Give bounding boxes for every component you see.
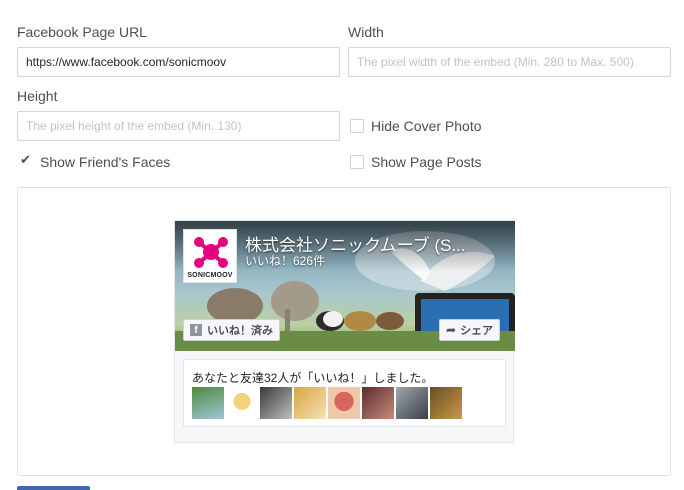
like-count: いいね！626件: [245, 254, 326, 268]
show-faces-label: Show Friend's Faces: [40, 154, 171, 170]
friends-box: あなたと友達32人が「いいね！」しました。: [183, 359, 506, 427]
friend-avatar[interactable]: [226, 387, 258, 419]
url-input[interactable]: [17, 47, 340, 77]
friend-avatar[interactable]: [328, 387, 360, 419]
logo-text: SONICMOOV: [187, 272, 233, 279]
hide-cover-option[interactable]: Hide Cover Photo: [350, 118, 482, 134]
liked-button[interactable]: f いいね！済み: [183, 319, 280, 341]
hide-cover-label: Hide Cover Photo: [371, 118, 482, 134]
show-posts-option[interactable]: Show Page Posts: [350, 154, 482, 170]
show-posts-checkbox[interactable]: [350, 155, 364, 169]
page-plugin-embed: SONICMOOV 株式会社ソニックムーブ (S... いいね！626件 f い…: [174, 220, 515, 443]
share-button-label: シェア: [460, 325, 494, 337]
show-faces-checkbox[interactable]: ✔: [19, 152, 33, 169]
facebook-icon: f: [190, 324, 202, 336]
height-input[interactable]: [17, 111, 340, 141]
url-label: Facebook Page URL: [17, 24, 147, 40]
show-faces-option[interactable]: ✔ Show Friend's Faces: [19, 152, 171, 170]
submit-button[interactable]: [17, 486, 90, 490]
friend-faces: [192, 387, 462, 419]
width-input[interactable]: [348, 47, 671, 77]
hide-cover-checkbox[interactable]: [350, 119, 364, 133]
cover-photo: SONICMOOV 株式会社ソニックムーブ (S... いいね！626件 f い…: [175, 221, 515, 351]
friends-like-text: あなたと友達32人が「いいね！」しました。: [192, 371, 434, 385]
checkmark-icon: ✔: [20, 152, 31, 167]
friend-avatar[interactable]: [396, 387, 428, 419]
height-label: Height: [17, 88, 58, 104]
friend-avatar[interactable]: [260, 387, 292, 419]
liked-button-label: いいね！済み: [207, 325, 273, 337]
share-button[interactable]: ➦ シェア: [439, 319, 501, 341]
friend-avatar[interactable]: [362, 387, 394, 419]
friend-avatar[interactable]: [192, 387, 224, 419]
share-icon: ➦: [446, 323, 457, 337]
show-posts-label: Show Page Posts: [371, 154, 482, 170]
friend-avatar[interactable]: [430, 387, 462, 419]
width-label: Width: [348, 24, 384, 40]
friend-avatar[interactable]: [294, 387, 326, 419]
sonicmoov-logo-icon: [194, 237, 228, 268]
page-logo[interactable]: SONICMOOV: [183, 229, 237, 283]
